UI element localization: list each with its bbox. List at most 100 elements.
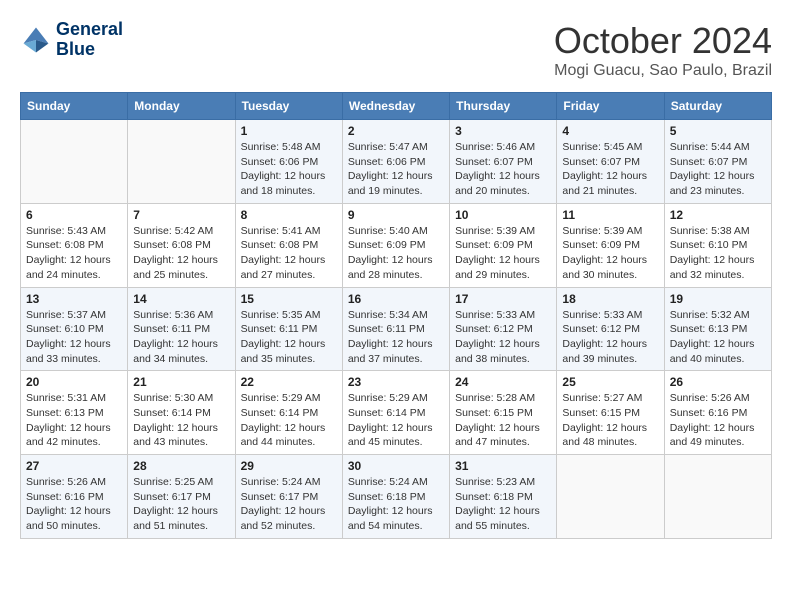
day-info: Sunrise: 5:39 AMSunset: 6:09 PMDaylight:… — [562, 224, 658, 283]
day-number: 27 — [26, 459, 122, 473]
day-info: Sunrise: 5:36 AMSunset: 6:11 PMDaylight:… — [133, 308, 229, 367]
day-info: Sunrise: 5:48 AMSunset: 6:06 PMDaylight:… — [241, 140, 337, 199]
calendar-cell: 22Sunrise: 5:29 AMSunset: 6:14 PMDayligh… — [235, 371, 342, 455]
col-header-saturday: Saturday — [664, 93, 771, 120]
calendar-cell: 16 Sunrise: 5:34 AMSunset: 6:11 PMDayligh… — [342, 287, 449, 371]
logo-line2: Blue — [56, 40, 123, 60]
calendar-cell: 25 Sunrise: 5:27 AMSunset: 6:15 PMDayligh… — [557, 371, 664, 455]
calendar-cell: 5 Sunrise: 5:44 AMSunset: 6:07 PMDaylight… — [664, 120, 771, 204]
day-number: 12 — [670, 208, 766, 222]
calendar-cell — [664, 455, 771, 539]
day-info: Sunrise: 5:34 AMSunset: 6:11 PMDaylight:… — [348, 308, 444, 367]
day-info: Sunrise: 5:37 AMSunset: 6:10 PMDaylight:… — [26, 308, 122, 367]
calendar-cell: 6Sunrise: 5:43 AMSunset: 6:08 PMDaylight… — [21, 203, 128, 287]
day-info: Sunrise: 5:26 AMSunset: 6:16 PMDaylight:… — [26, 475, 122, 534]
logo: General Blue — [20, 20, 123, 60]
day-info: Sunrise: 5:25 AMSunset: 6:17 PMDaylight:… — [133, 475, 229, 534]
day-info: Sunrise: 5:47 AMSunset: 6:06 PMDaylight:… — [348, 140, 444, 199]
week-row-1: 1 Sunrise: 5:48 AMSunset: 6:06 PMDaylight… — [21, 120, 772, 204]
calendar-cell: 27 Sunrise: 5:26 AMSunset: 6:16 PMDayligh… — [21, 455, 128, 539]
col-header-thursday: Thursday — [450, 93, 557, 120]
calendar-cell: 23 Sunrise: 5:29 AMSunset: 6:14 PMDayligh… — [342, 371, 449, 455]
calendar-cell — [21, 120, 128, 204]
day-number: 1 — [241, 124, 337, 138]
day-info: Sunrise: 5:23 AMSunset: 6:18 PMDaylight:… — [455, 475, 551, 534]
day-number: 28 — [133, 459, 229, 473]
month-title: October 2024 — [554, 20, 772, 62]
day-info: Sunrise: 5:29 AMSunset: 6:14 PMDaylight:… — [348, 391, 444, 450]
day-info: Sunrise: 5:33 AMSunset: 6:12 PMDaylight:… — [562, 308, 658, 367]
day-number: 29 — [241, 459, 337, 473]
title-block: October 2024 Mogi Guacu, Sao Paulo, Braz… — [554, 20, 772, 80]
calendar-cell: 30 Sunrise: 5:24 AMSunset: 6:18 PMDayligh… — [342, 455, 449, 539]
col-header-sunday: Sunday — [21, 93, 128, 120]
day-info: Sunrise: 5:38 AMSunset: 6:10 PMDaylight:… — [670, 224, 766, 283]
calendar-cell: 7Sunrise: 5:42 AMSunset: 6:08 PMDaylight… — [128, 203, 235, 287]
calendar-cell — [128, 120, 235, 204]
day-info: Sunrise: 5:41 AMSunset: 6:08 PMDaylight:… — [241, 224, 337, 283]
calendar-cell: 11 Sunrise: 5:39 AMSunset: 6:09 PMDayligh… — [557, 203, 664, 287]
calendar-cell: 20 Sunrise: 5:31 AMSunset: 6:13 PMDayligh… — [21, 371, 128, 455]
day-info: Sunrise: 5:40 AMSunset: 6:09 PMDaylight:… — [348, 224, 444, 283]
day-number: 16 — [348, 292, 444, 306]
calendar-cell: 4 Sunrise: 5:45 AMSunset: 6:07 PMDaylight… — [557, 120, 664, 204]
calendar-cell: 2Sunrise: 5:47 AMSunset: 6:06 PMDaylight… — [342, 120, 449, 204]
week-row-3: 13 Sunrise: 5:37 AMSunset: 6:10 PMDayligh… — [21, 287, 772, 371]
calendar-table: SundayMondayTuesdayWednesdayThursdayFrid… — [20, 92, 772, 539]
day-number: 13 — [26, 292, 122, 306]
calendar-cell: 18 Sunrise: 5:33 AMSunset: 6:12 PMDayligh… — [557, 287, 664, 371]
calendar-cell: 12 Sunrise: 5:38 AMSunset: 6:10 PMDayligh… — [664, 203, 771, 287]
day-info: Sunrise: 5:35 AMSunset: 6:11 PMDaylight:… — [241, 308, 337, 367]
day-info: Sunrise: 5:24 AMSunset: 6:17 PMDaylight:… — [241, 475, 337, 534]
calendar-cell: 8 Sunrise: 5:41 AMSunset: 6:08 PMDaylight… — [235, 203, 342, 287]
day-info: Sunrise: 5:27 AMSunset: 6:15 PMDaylight:… — [562, 391, 658, 450]
day-number: 26 — [670, 375, 766, 389]
day-info: Sunrise: 5:45 AMSunset: 6:07 PMDaylight:… — [562, 140, 658, 199]
col-header-tuesday: Tuesday — [235, 93, 342, 120]
week-row-2: 6Sunrise: 5:43 AMSunset: 6:08 PMDaylight… — [21, 203, 772, 287]
day-info: Sunrise: 5:46 AMSunset: 6:07 PMDaylight:… — [455, 140, 551, 199]
day-number: 23 — [348, 375, 444, 389]
calendar-cell: 24Sunrise: 5:28 AMSunset: 6:15 PMDayligh… — [450, 371, 557, 455]
day-number: 11 — [562, 208, 658, 222]
day-number: 31 — [455, 459, 551, 473]
day-info: Sunrise: 5:32 AMSunset: 6:13 PMDaylight:… — [670, 308, 766, 367]
day-info: Sunrise: 5:43 AMSunset: 6:08 PMDaylight:… — [26, 224, 122, 283]
calendar-cell: 1 Sunrise: 5:48 AMSunset: 6:06 PMDaylight… — [235, 120, 342, 204]
logo-text: General Blue — [56, 20, 123, 60]
day-info: Sunrise: 5:31 AMSunset: 6:13 PMDaylight:… — [26, 391, 122, 450]
day-number: 8 — [241, 208, 337, 222]
calendar-cell: 13 Sunrise: 5:37 AMSunset: 6:10 PMDayligh… — [21, 287, 128, 371]
day-number: 18 — [562, 292, 658, 306]
calendar-cell: 3Sunrise: 5:46 AMSunset: 6:07 PMDaylight… — [450, 120, 557, 204]
calendar-cell: 26 Sunrise: 5:26 AMSunset: 6:16 PMDayligh… — [664, 371, 771, 455]
logo-line1: General — [56, 20, 123, 40]
calendar-cell: 15Sunrise: 5:35 AMSunset: 6:11 PMDayligh… — [235, 287, 342, 371]
day-number: 5 — [670, 124, 766, 138]
calendar-cell: 21 Sunrise: 5:30 AMSunset: 6:14 PMDayligh… — [128, 371, 235, 455]
day-number: 14 — [133, 292, 229, 306]
day-number: 9 — [348, 208, 444, 222]
day-number: 17 — [455, 292, 551, 306]
calendar-cell: 31 Sunrise: 5:23 AMSunset: 6:18 PMDayligh… — [450, 455, 557, 539]
day-info: Sunrise: 5:44 AMSunset: 6:07 PMDaylight:… — [670, 140, 766, 199]
day-number: 30 — [348, 459, 444, 473]
calendar-cell — [557, 455, 664, 539]
day-number: 21 — [133, 375, 229, 389]
col-header-wednesday: Wednesday — [342, 93, 449, 120]
day-info: Sunrise: 5:24 AMSunset: 6:18 PMDaylight:… — [348, 475, 444, 534]
day-number: 22 — [241, 375, 337, 389]
calendar-cell: 10 Sunrise: 5:39 AMSunset: 6:09 PMDayligh… — [450, 203, 557, 287]
day-number: 20 — [26, 375, 122, 389]
day-number: 19 — [670, 292, 766, 306]
day-number: 4 — [562, 124, 658, 138]
calendar-cell: 19 Sunrise: 5:32 AMSunset: 6:13 PMDayligh… — [664, 287, 771, 371]
day-info: Sunrise: 5:39 AMSunset: 6:09 PMDaylight:… — [455, 224, 551, 283]
day-number: 10 — [455, 208, 551, 222]
week-row-5: 27 Sunrise: 5:26 AMSunset: 6:16 PMDayligh… — [21, 455, 772, 539]
day-number: 25 — [562, 375, 658, 389]
day-info: Sunrise: 5:26 AMSunset: 6:16 PMDaylight:… — [670, 391, 766, 450]
day-info: Sunrise: 5:30 AMSunset: 6:14 PMDaylight:… — [133, 391, 229, 450]
day-info: Sunrise: 5:33 AMSunset: 6:12 PMDaylight:… — [455, 308, 551, 367]
calendar-cell: 9 Sunrise: 5:40 AMSunset: 6:09 PMDaylight… — [342, 203, 449, 287]
